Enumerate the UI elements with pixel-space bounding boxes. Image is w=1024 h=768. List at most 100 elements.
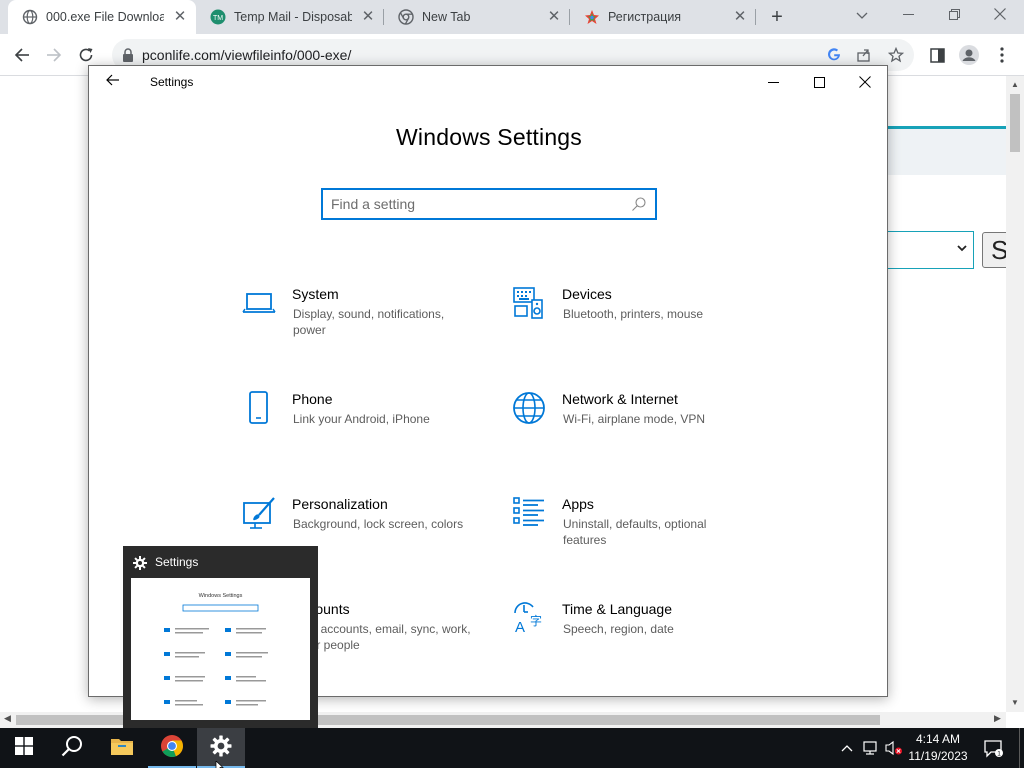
tab-title: Temp Mail - Disposable — [234, 10, 352, 24]
settings-search-input[interactable] — [331, 195, 621, 213]
tile-name: Phone — [292, 391, 333, 407]
settings-tile-phone[interactable]: Phone Link your Android, iPhone — [242, 391, 492, 461]
tile-name: Time & Language — [562, 601, 672, 617]
close-tab-icon[interactable]: ✕ — [732, 9, 748, 25]
tile-description: Link your Android, iPhone — [293, 412, 430, 426]
taskbar-file-explorer[interactable] — [98, 728, 146, 768]
scroll-right-arrow-icon[interactable]: ▶ — [994, 713, 1001, 724]
close-tab-icon[interactable]: ✕ — [172, 9, 188, 25]
share-icon[interactable] — [856, 47, 872, 63]
svg-text:TM: TM — [213, 15, 223, 22]
settings-maximize-button[interactable] — [796, 66, 842, 98]
settings-search-box[interactable] — [321, 188, 657, 220]
scroll-left-arrow-icon[interactable]: ◀ — [4, 713, 11, 724]
close-tab-icon[interactable]: ✕ — [360, 9, 376, 25]
folder-icon — [110, 736, 134, 761]
tile-description: Display, sound, notifications, power — [293, 307, 445, 337]
tile-description: Wi-Fi, airplane mode, VPN — [563, 412, 706, 426]
settings-back-button[interactable] — [101, 72, 125, 92]
reload-button[interactable] — [74, 43, 98, 67]
settings-minimize-button[interactable] — [750, 66, 796, 98]
tab-newtab[interactable]: New Tab ✕ — [384, 0, 570, 34]
tab-title: 000.exe File Download — [46, 10, 164, 24]
tile-description: Uninstall, defaults, optional features — [563, 517, 707, 547]
chrome-menu-icon[interactable] — [990, 43, 1014, 67]
volume-muted-icon[interactable] — [885, 740, 902, 756]
bookmark-star-icon[interactable] — [887, 46, 905, 63]
search-icon[interactable] — [631, 196, 647, 212]
settings-miniature: Windows Settings — [131, 578, 310, 720]
taskbar-chrome[interactable] — [148, 728, 196, 768]
settings-tile-time-language[interactable]: A字 Time & Language Speech, region, date — [512, 601, 762, 671]
scrollbar-thumb[interactable] — [1010, 94, 1020, 152]
close-browser-button[interactable] — [980, 4, 1020, 26]
scroll-up-arrow-icon[interactable]: ▲ — [1009, 80, 1021, 89]
thumbnail-heading: Windows Settings — [199, 593, 243, 599]
tab-title: New Tab — [422, 10, 471, 24]
tile-description: Speech, region, date — [563, 622, 674, 636]
gear-icon — [133, 556, 147, 570]
tile-description: Background, lock screen, colors — [293, 517, 464, 531]
url-text[interactable]: pconlife.com/viewfileinfo/000-exe/ — [142, 47, 351, 63]
show-hidden-icons-chevron-icon[interactable] — [839, 740, 855, 756]
tab-title: Регистрация — [608, 10, 682, 24]
forward-button[interactable] — [42, 43, 66, 67]
restore-browser-button[interactable] — [934, 4, 974, 26]
globe-icon — [512, 391, 546, 425]
settings-close-button[interactable] — [842, 66, 887, 98]
page-dropdown[interactable] — [884, 231, 974, 269]
taskbar-thumbnail-preview[interactable]: Settings Windows Settings — [123, 546, 318, 728]
close-tab-icon[interactable]: ✕ — [546, 9, 562, 25]
show-desktop-button[interactable] — [1019, 728, 1020, 768]
mouse-cursor-icon — [215, 758, 225, 768]
tab-separator — [755, 9, 756, 25]
tempmail-icon: TM — [210, 9, 226, 25]
thumbnail-window-preview[interactable]: Windows Settings — [131, 578, 310, 720]
colorful-star-icon — [584, 9, 600, 25]
windows-taskbar: 4:14 AM 11/19/2023 1 — [0, 728, 1024, 768]
thumbnail-title: Settings — [155, 555, 199, 569]
action-center-icon[interactable]: 1 — [984, 740, 1004, 758]
tab-registration[interactable]: Регистрация ✕ — [570, 0, 756, 34]
search-icon — [61, 735, 83, 762]
tab-tempmail[interactable]: TM Temp Mail - Disposable ✕ — [196, 0, 384, 34]
google-lens-icon[interactable] — [826, 47, 842, 63]
lock-icon[interactable] — [122, 48, 134, 62]
paint-brush-icon — [242, 496, 276, 530]
start-button[interactable] — [0, 728, 48, 768]
vertical-scrollbar[interactable]: ▲ ▼ — [1006, 76, 1024, 712]
minimize-browser-button[interactable] — [888, 4, 928, 26]
tile-name: Personalization — [292, 496, 388, 512]
settings-tile-network[interactable]: Network & Internet Wi-Fi, airplane mode,… — [512, 391, 762, 461]
tile-description: Your accounts, email, sync, work, other … — [293, 622, 471, 652]
windows-logo-icon — [15, 736, 33, 760]
tab-000exe[interactable]: 000.exe File Download ✕ — [8, 0, 196, 34]
scroll-down-arrow-icon[interactable]: ▼ — [1009, 698, 1021, 707]
settings-tile-devices[interactable]: Devices Bluetooth, printers, mouse — [512, 286, 762, 356]
globe-icon — [22, 9, 38, 25]
chrome-icon — [160, 734, 184, 763]
time-language-icon: A字 — [512, 601, 546, 636]
profile-avatar-icon[interactable] — [957, 43, 981, 67]
side-panel-icon[interactable] — [925, 43, 949, 67]
keyboard-speaker-icon — [512, 286, 546, 320]
taskbar-search-button[interactable] — [48, 728, 96, 768]
svg-text:字: 字 — [530, 613, 542, 628]
phone-icon — [242, 391, 276, 425]
network-icon[interactable] — [863, 740, 879, 756]
settings-tile-system[interactable]: System Display, sound, notifications, po… — [242, 286, 492, 356]
apps-list-icon — [512, 496, 546, 530]
new-tab-button[interactable]: + — [765, 6, 789, 28]
tab-search-chevron-icon[interactable] — [842, 4, 882, 26]
chevron-down-icon — [957, 241, 967, 258]
tile-name: Network & Internet — [562, 391, 678, 407]
notification-count: 1 — [997, 751, 1001, 758]
clock-date: 11/19/2023 — [908, 749, 968, 763]
settings-tile-apps[interactable]: Apps Uninstall, defaults, optional featu… — [512, 496, 762, 566]
clock-time: 4:14 AM — [915, 732, 961, 746]
tile-name: System — [292, 286, 339, 302]
system-clock[interactable]: 4:14 AM 11/19/2023 — [902, 731, 974, 765]
tile-description: Bluetooth, printers, mouse — [563, 307, 704, 321]
laptop-icon — [242, 286, 276, 320]
back-button[interactable] — [10, 43, 34, 67]
